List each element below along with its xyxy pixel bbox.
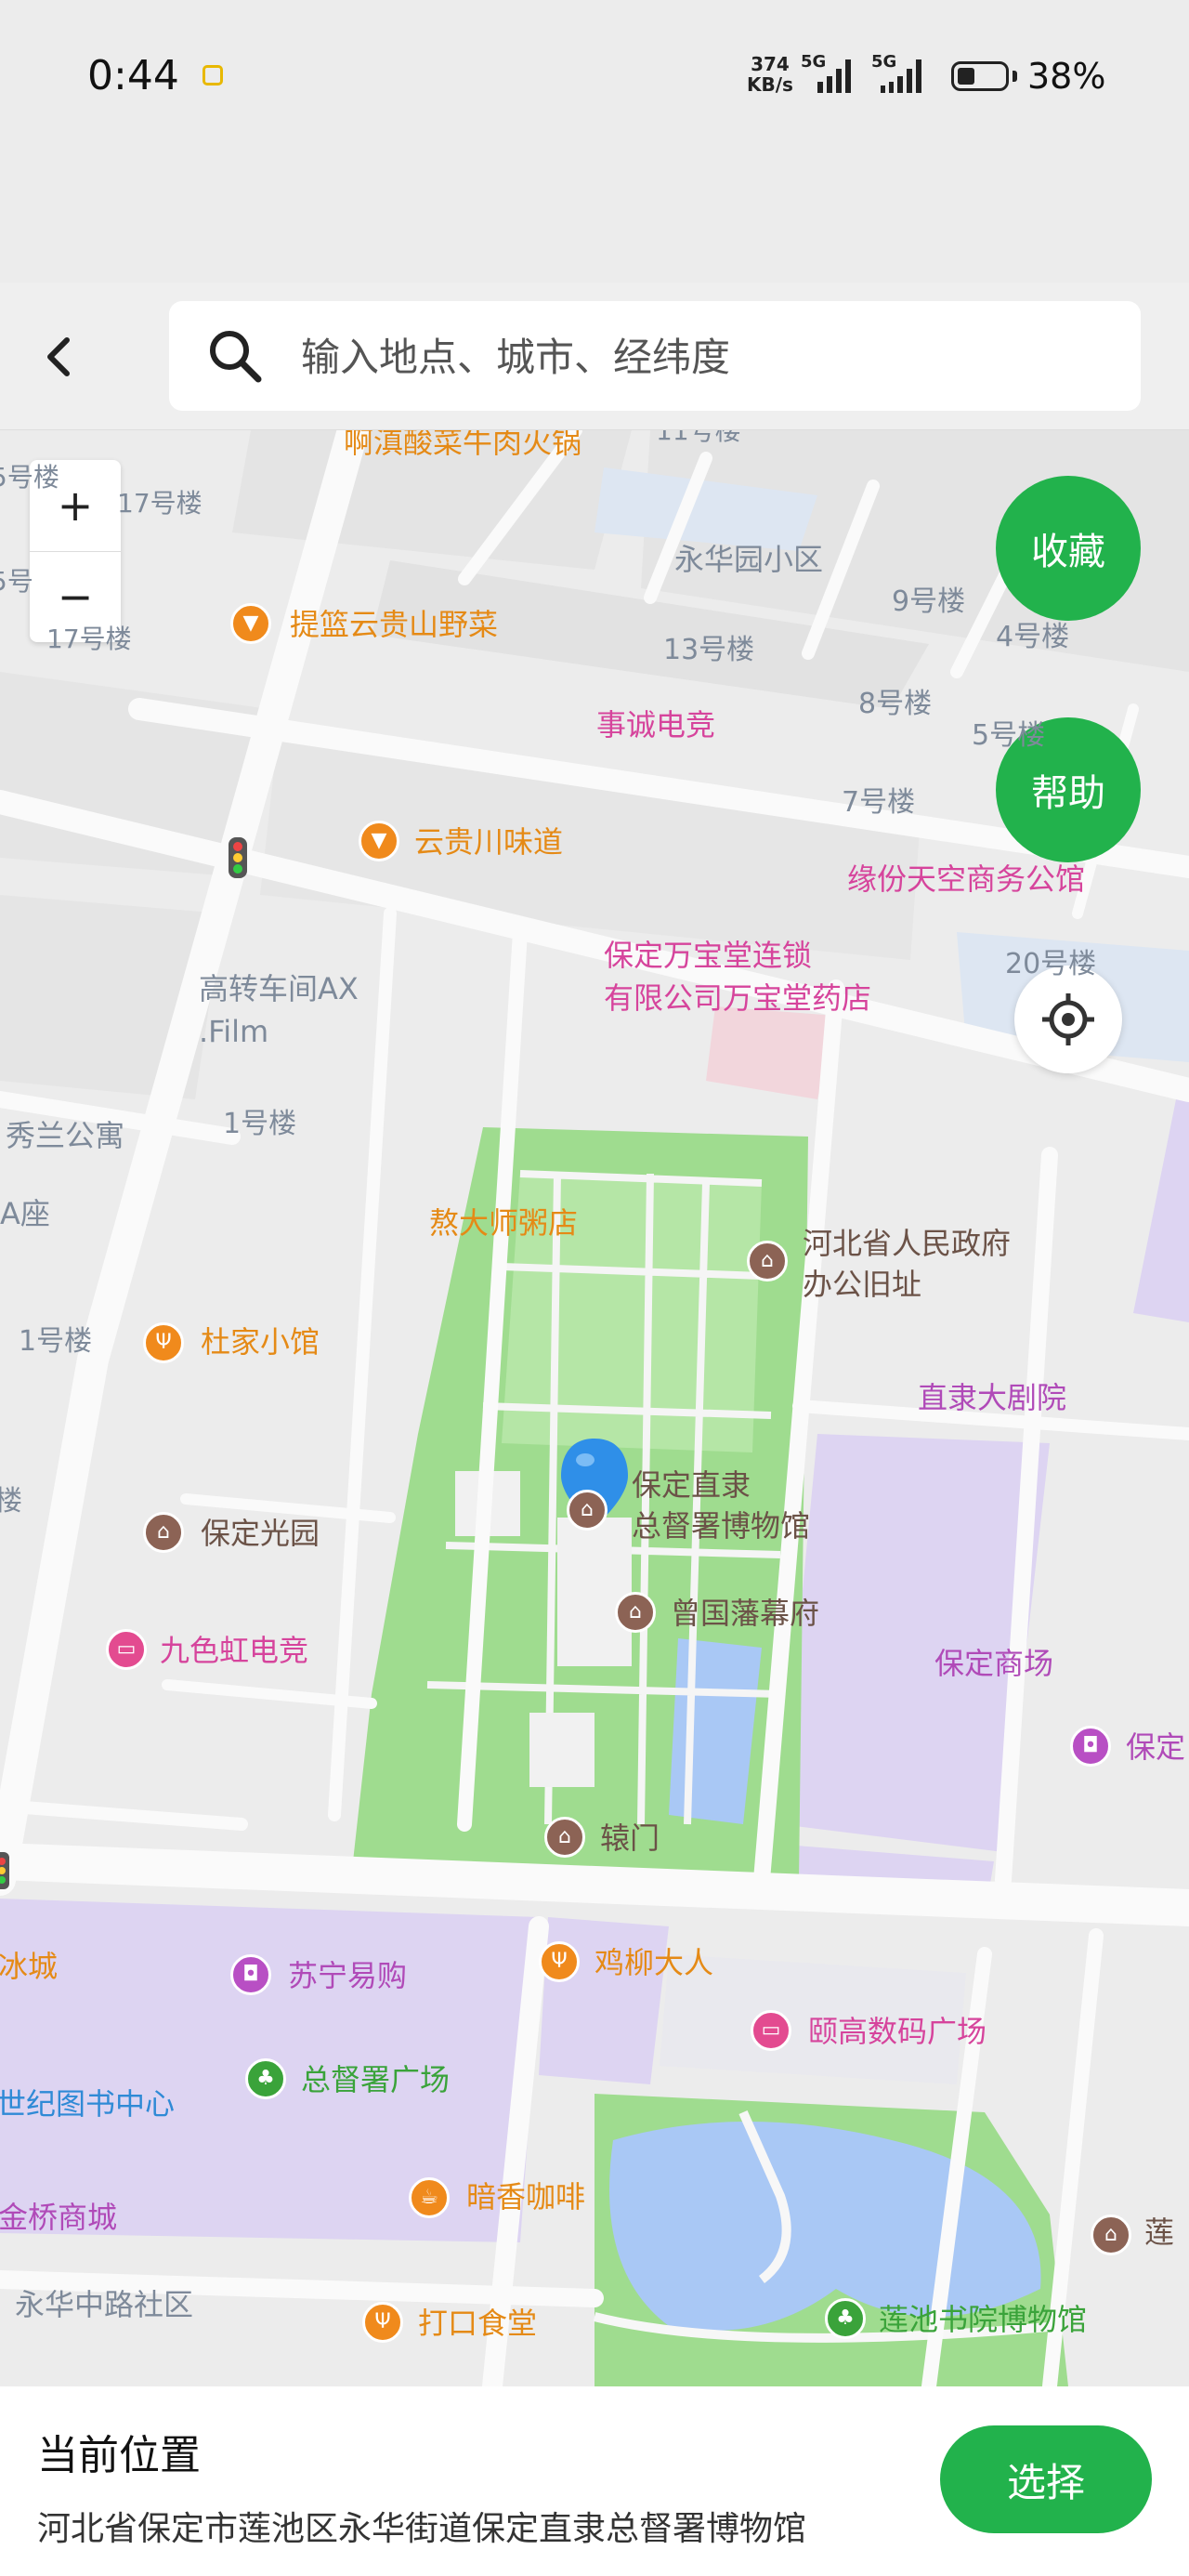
search-icon (210, 331, 262, 383)
park-icon[interactable]: ♣ (825, 2298, 866, 2339)
map-label[interactable]: 事诚电竞 (596, 707, 715, 743)
search-box[interactable] (169, 301, 1141, 413)
map-label[interactable]: 九色虹电竞 (160, 1633, 308, 1668)
map-label[interactable]: 直隶大剧院 (918, 1380, 1066, 1415)
map-label: 1号楼 (223, 1108, 297, 1140)
map-label: 楼 (0, 1485, 22, 1518)
map-label[interactable]: 苏宁易购 (288, 1958, 407, 1993)
favorite-button[interactable]: 收藏 (996, 476, 1141, 621)
map-label[interactable]: 缘份天空商务公馆 (847, 861, 1085, 897)
landmark-icon[interactable]: ⌂ (615, 1592, 656, 1633)
map-label[interactable]: 保定 (1126, 1729, 1185, 1765)
status-time: 0:44 (87, 52, 179, 99)
restaurant-icon[interactable]: Ψ (539, 1941, 580, 1982)
gaming-cafe-icon[interactable]: ▭ (106, 1629, 147, 1670)
museum-icon[interactable]: ⌂ (1091, 2215, 1131, 2255)
restaurant-icon[interactable]: ▼ (359, 821, 399, 861)
landmark-icon[interactable]: ⌂ (567, 1490, 608, 1531)
map-label: 8号楼 (858, 688, 933, 720)
map-label: 5号楼 (0, 462, 59, 493)
map-label: 5号楼 (972, 719, 1046, 752)
map-label[interactable]: 总督署博物馆 (632, 1508, 810, 1544)
map-label: 1号楼 (19, 1325, 93, 1358)
map-label: 17号楼 (46, 624, 132, 654)
map-label: 永华园小区 (674, 542, 824, 577)
map-label: 11号楼 (656, 430, 741, 446)
map-label[interactable]: 河北省人民政府 (803, 1226, 1011, 1261)
map-label: 5号 (0, 566, 33, 597)
map-label[interactable]: 鸡柳大人 (594, 1945, 713, 1980)
network-speed-unit: KB/s (747, 73, 793, 96)
map-label: 4号楼 (996, 621, 1070, 653)
map-label[interactable]: 提篮云贵山野菜 (290, 607, 498, 642)
map-label: 9号楼 (892, 585, 966, 618)
map-label[interactable]: 办公旧址 (803, 1267, 921, 1302)
map-label[interactable]: 暗香咖啡 (466, 2179, 585, 2215)
map-label[interactable]: 啊滇酸菜牛肉火锅 (344, 430, 581, 460)
map-label: 17号楼 (117, 488, 203, 519)
signal-icon: 5G (801, 54, 851, 93)
shopping-icon[interactable]: ◘ (230, 1954, 271, 1995)
map-label: 20号楼 (1005, 948, 1097, 980)
chevron-left-icon[interactable] (37, 329, 84, 385)
map-label[interactable]: 颐高数码广场 (808, 2014, 986, 2049)
map-label[interactable]: 保定商场 (934, 1646, 1053, 1681)
notification-icon (203, 65, 223, 85)
panel-title: 当前位置 (37, 2432, 201, 2479)
select-button[interactable]: 选择 (940, 2425, 1152, 2533)
map-label[interactable]: 世纪图书中心 (0, 2086, 175, 2122)
electronics-icon[interactable]: ▭ (751, 2010, 791, 2051)
landmark-icon[interactable]: ⌂ (747, 1241, 788, 1281)
locate-target-icon (1042, 993, 1094, 1045)
map-label[interactable]: 熬大师粥店 (429, 1205, 578, 1241)
map-label[interactable]: 冰城 (0, 1949, 58, 1984)
signal2-label: 5G (871, 54, 896, 72)
map-label[interactable]: 打口食堂 (418, 2306, 537, 2341)
map-label[interactable]: 云贵川味道 (414, 824, 563, 860)
current-location-panel: 当前位置 河北省保定市莲池区永华街道保定直隶总督署博物馆 选择 (0, 2386, 1189, 2576)
landmark-icon[interactable]: ⌂ (544, 1817, 585, 1858)
map-label[interactable]: 保定直隶 (632, 1467, 751, 1503)
map-label: A座 (0, 1196, 50, 1231)
park-icon[interactable]: ♣ (245, 2058, 286, 2099)
cafe-icon[interactable]: ☕ (409, 2177, 450, 2218)
status-bar: 0:44 374 KB/s 5G 5G 38% (0, 0, 1189, 158)
map-label: 7号楼 (842, 786, 916, 819)
map-label[interactable]: 曾国藩幕府 (671, 1596, 819, 1631)
map-view[interactable]: + − 收藏 帮助 ▼ ▼ ⌂ Ψ ⌂ ⌂ ⌂ ▭ ◘ ⌂ ◘ Ψ ▭ ♣ ☕ … (0, 430, 1189, 2386)
restaurant-icon[interactable]: Ψ (362, 2302, 403, 2343)
signal-icon-2: 5G (871, 54, 921, 93)
map-label[interactable]: 辕门 (600, 1820, 660, 1856)
map-label[interactable]: 保定万宝堂连锁 (604, 938, 812, 973)
network-speed-value: 374 (751, 53, 790, 75)
map-label: 高转车间AX (199, 971, 359, 1006)
landmark-icon[interactable]: ⌂ (143, 1512, 184, 1553)
battery-percent: 38% (1027, 56, 1106, 97)
map-label[interactable]: 莲 (1144, 2215, 1174, 2250)
restaurant-icon[interactable]: Ψ (143, 1322, 184, 1363)
shopping-icon[interactable]: ◘ (1070, 1726, 1111, 1767)
traffic-light-icon-2 (0, 1852, 9, 1889)
map-label[interactable]: 金桥商城 (0, 2200, 117, 2235)
network-speed: 374 KB/s (747, 54, 793, 95)
map-label: 秀兰公寓 (6, 1118, 125, 1153)
map-label: 13号楼 (663, 634, 755, 666)
current-address: 河北省保定市莲池区永华街道保定直隶总督署博物馆 (37, 2510, 807, 2548)
map-label[interactable]: 莲池书院博物馆 (879, 2302, 1087, 2337)
map-label[interactable]: 保定光园 (201, 1516, 320, 1551)
map-label[interactable]: 总督署广场 (301, 2062, 450, 2097)
battery-icon (951, 61, 1009, 91)
search-header (0, 283, 1189, 430)
search-input[interactable] (299, 301, 1102, 413)
signal1-label: 5G (801, 54, 826, 72)
traffic-light-icon (229, 837, 247, 878)
map-label: .Film (199, 1014, 269, 1049)
map-label: 永华中路社区 (15, 2287, 194, 2322)
restaurant-icon[interactable]: ▼ (230, 603, 271, 644)
map-label[interactable]: 杜家小馆 (201, 1324, 320, 1360)
map-label[interactable]: 有限公司万宝堂药店 (604, 980, 871, 1016)
